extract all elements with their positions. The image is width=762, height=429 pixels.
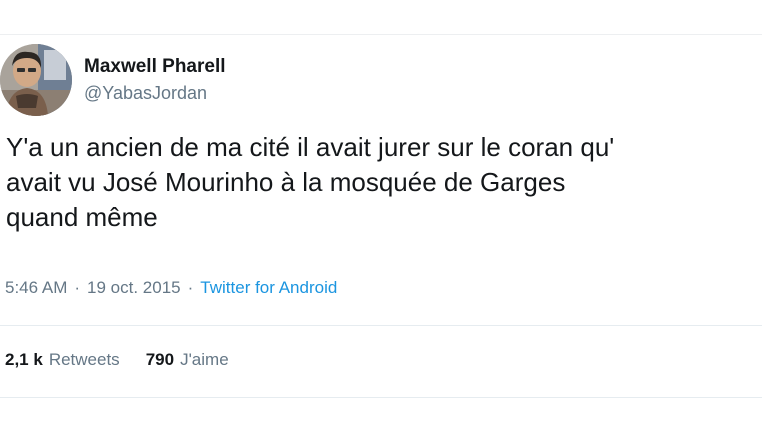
user-photo-avatar-icon bbox=[0, 44, 72, 116]
likes-stat[interactable]: 790 J'aime bbox=[146, 349, 229, 371]
tweet-meta: 5:46 AM · 19 oct. 2015 · Twitter for Android bbox=[5, 277, 337, 299]
stats-divider-bottom bbox=[0, 397, 762, 398]
stats-divider-top bbox=[0, 325, 762, 326]
retweets-stat[interactable]: 2,1 k Retweets bbox=[5, 349, 120, 371]
tweet-header: Maxwell Pharell @YabasJordan bbox=[0, 44, 762, 116]
tweet-card: Maxwell Pharell @YabasJordan Y'a un anci… bbox=[0, 0, 762, 429]
tweet-date[interactable]: 19 oct. 2015 bbox=[87, 278, 181, 297]
top-divider bbox=[0, 34, 762, 35]
tweet-source-link[interactable]: Twitter for Android bbox=[200, 278, 337, 297]
tweet-text: Y'a un ancien de ma cité il avait jurer … bbox=[6, 130, 762, 235]
likes-label: J'aime bbox=[180, 350, 229, 369]
avatar[interactable] bbox=[0, 44, 72, 116]
author-handle[interactable]: @YabasJordan bbox=[84, 82, 207, 104]
retweets-label: Retweets bbox=[48, 350, 120, 369]
likes-count: 790 bbox=[145, 350, 175, 369]
meta-separator: · bbox=[187, 278, 194, 297]
meta-separator: · bbox=[74, 278, 81, 297]
tweet-line: Y'a un ancien de ma cité il avait jurer … bbox=[6, 132, 615, 162]
tweet-line: quand même bbox=[6, 202, 158, 232]
tweet-time[interactable]: 5:46 AM bbox=[5, 278, 67, 297]
author-name[interactable]: Maxwell Pharell bbox=[84, 56, 226, 78]
tweet-stats: 2,1 k Retweets 790 J'aime bbox=[5, 349, 229, 371]
tweet-line: avait vu José Mourinho à la mosquée de G… bbox=[6, 167, 566, 197]
retweets-count: 2,1 k bbox=[5, 350, 43, 369]
